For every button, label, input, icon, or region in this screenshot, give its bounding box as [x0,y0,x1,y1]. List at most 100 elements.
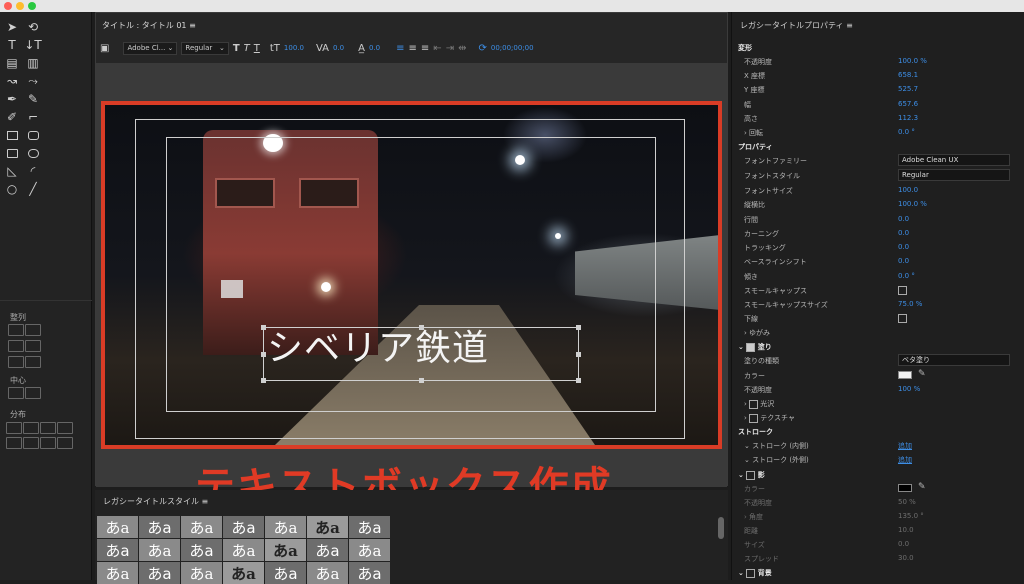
style-swatch[interactable]: あa [349,539,390,561]
style-swatch[interactable]: あa [139,539,180,561]
vertical-type-tool-icon[interactable]: ↓T [24,38,41,52]
font-family-dropdown[interactable]: Adobe Cl... ⌄ [123,41,178,55]
smallcaps-size-value[interactable]: 75.0 % [898,300,922,308]
align-left-icon[interactable] [8,324,24,336]
selection-tool-icon[interactable]: ➤ [4,20,20,34]
shadow-spread-value[interactable]: 30.0 [898,554,914,562]
distribute-bottom-icon[interactable] [23,437,39,449]
style-swatch[interactable]: あa [265,516,306,538]
baseline-value[interactable]: 0.0 [369,44,380,52]
style-swatch[interactable]: あa [223,516,264,538]
align-bottom-icon[interactable] [25,356,41,368]
y-position-value[interactable]: 525.7 [898,85,918,93]
background-video-icon[interactable]: ⟳ [478,43,486,54]
section-transform[interactable]: 変形 [732,40,1022,54]
font-size-value[interactable]: 100.0 [898,186,918,194]
style-swatch[interactable]: あa [307,562,348,584]
style-swatch[interactable]: あa [97,539,138,561]
bold-icon[interactable]: T [233,43,240,54]
underline-checkbox[interactable] [898,314,907,323]
leading-value[interactable]: 0.0 [898,215,909,223]
style-swatch[interactable]: あa [307,539,348,561]
fill-opacity-value[interactable]: 100 % [898,385,920,393]
ellipse-tool-icon[interactable]: ○ [4,182,20,196]
section-background[interactable]: ⌄ 背景 [732,565,1022,579]
style-swatch[interactable]: あa [181,539,222,561]
shadow-angle-value[interactable]: 135.0 ° [898,512,924,520]
baseline-shift-value[interactable]: 0.0 [898,257,909,265]
align-center-text-icon[interactable]: ≡ [409,43,417,54]
distribute-hspace-icon[interactable] [40,437,56,449]
style-swatch[interactable]: あa [349,562,390,584]
add-inner-stroke-link[interactable]: 追加 [898,441,912,451]
wedge-tool-icon[interactable]: ◺ [4,164,20,178]
add-anchor-tool-icon[interactable]: ✎ [25,92,41,106]
panel-menu-icon[interactable]: ≡ [189,21,196,30]
sheen-checkbox[interactable] [749,399,759,409]
timecode-value[interactable]: 00;00;00;00 [491,44,534,52]
rotation-value[interactable]: 0.0 ° [898,128,915,136]
style-swatch[interactable]: あa [223,539,264,561]
shadow-opacity-value[interactable]: 50 % [898,498,916,506]
panel-menu-icon[interactable]: ≡ [202,497,209,506]
rounded-corner-tool-icon[interactable] [25,146,41,160]
distribute-vspace-icon[interactable] [57,437,73,449]
font-style-select[interactable]: Regular [898,169,1010,181]
width-value[interactable]: 657.6 [898,100,918,108]
styles-scrollbar[interactable] [718,517,724,539]
rounded-rect-tool-icon[interactable] [25,128,41,142]
slant-value[interactable]: 0.0 ° [898,272,915,280]
eyedropper-icon[interactable]: ✎ [918,482,926,492]
close-button[interactable] [4,2,12,10]
zoom-button[interactable] [28,2,36,10]
shadow-color-swatch[interactable] [898,484,912,492]
style-swatch[interactable]: あa [97,516,138,538]
shadow-distance-value[interactable]: 10.0 [898,526,914,534]
section-fill[interactable]: ⌄ 塗り [732,339,1022,353]
tab-stops-2-icon[interactable]: ⇥ [446,43,454,54]
x-position-value[interactable]: 658.1 [898,71,918,79]
line-tool-icon[interactable]: ╱ [25,182,41,196]
add-outer-stroke-link[interactable]: 追加 [898,455,912,465]
fill-checkbox[interactable] [746,342,756,352]
shadow-checkbox[interactable] [746,470,756,480]
aspect-value[interactable]: 100.0 % [898,200,927,208]
style-swatch[interactable]: あa [223,562,264,584]
panel-menu-icon[interactable]: ≡ [846,21,853,30]
fill-type-select[interactable]: ベタ塗り [898,354,1010,366]
rectangle-tool-icon[interactable] [4,128,20,142]
style-swatch[interactable]: あa [265,562,306,584]
path-type-tool-icon[interactable]: ↝ [4,74,20,88]
style-swatch[interactable]: あa [97,562,138,584]
shadow-size-value[interactable]: 0.0 [898,540,909,548]
align-vcenter-icon[interactable] [25,340,41,352]
roll-crawl-icon[interactable]: ▣ [100,43,109,54]
section-shadow[interactable]: ⌄ 影 [732,467,1022,481]
kerning-value[interactable]: 0.0 [333,44,344,52]
section-stroke[interactable]: ストローク [732,424,1022,438]
align-top-icon[interactable] [25,324,41,336]
title-text[interactable]: シベリア鉄道 [267,319,489,371]
rotate-tool-icon[interactable]: ⟲ [25,20,41,34]
style-swatch[interactable]: あa [181,516,222,538]
distribute-left-icon[interactable] [6,422,22,434]
height-value[interactable]: 112.3 [898,114,918,122]
font-size-value[interactable]: 100.0 [284,44,304,52]
eyedropper-icon[interactable]: ✎ [918,369,926,379]
distribute-right-icon[interactable] [6,437,22,449]
tab-stops-icon[interactable]: ⇤ [433,43,441,54]
convert-anchor-tool-icon[interactable]: ⌐ [25,110,41,124]
kerning-value[interactable]: 0.0 [898,229,909,237]
tab-stops-3-icon[interactable]: ⇹ [458,43,466,54]
pen-tool-icon[interactable]: ✒ [4,92,20,106]
area-type-tool-icon[interactable]: ▤ [4,56,20,70]
delete-anchor-tool-icon[interactable]: ✐ [4,110,20,124]
background-checkbox[interactable] [746,568,756,578]
arc-tool-icon[interactable]: ◜ [25,164,41,178]
section-properties[interactable]: プロパティ [732,139,1022,153]
fill-color-swatch[interactable] [898,371,912,379]
distribute-vcenter-icon[interactable] [57,422,73,434]
style-swatch[interactable]: あa [307,516,348,538]
style-swatch[interactable]: あa [139,516,180,538]
align-right-icon[interactable] [8,356,24,368]
